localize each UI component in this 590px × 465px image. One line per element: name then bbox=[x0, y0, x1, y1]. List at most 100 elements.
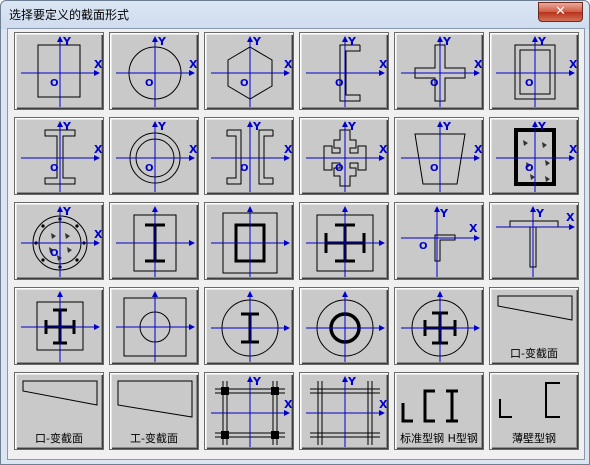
i-beam-icon: Y X O bbox=[21, 120, 103, 192]
cross-icon: Y X O bbox=[401, 35, 483, 107]
section-i-in-circle-button[interactable] bbox=[204, 287, 294, 365]
svg-text:X: X bbox=[474, 58, 483, 71]
svg-text:O: O bbox=[240, 78, 249, 89]
section-solid-circle-button[interactable]: Y X O bbox=[109, 32, 199, 110]
svg-text:X: X bbox=[469, 222, 478, 235]
window-title: 选择要定义的截面形式 bbox=[9, 8, 130, 22]
svg-text:O: O bbox=[240, 163, 249, 174]
section-lattice-b-button[interactable]: YX bbox=[299, 372, 389, 450]
circle-in-box-icon bbox=[116, 291, 195, 362]
section-reinforced-circle-button[interactable]: Y X O bbox=[14, 202, 104, 280]
svg-text:Y: Y bbox=[347, 35, 357, 48]
section-steel-i-in-box-button[interactable] bbox=[109, 202, 199, 280]
section-hollow-circle-button[interactable]: Y X O bbox=[109, 117, 199, 195]
svg-text:O: O bbox=[419, 241, 428, 252]
svg-text:O: O bbox=[335, 163, 344, 174]
section-steel-box-in-box-button[interactable] bbox=[204, 202, 294, 280]
section-cross-button[interactable]: Y X O bbox=[394, 32, 484, 110]
steel-cross-small-icon bbox=[21, 291, 100, 362]
steel-cross-in-box-icon bbox=[306, 206, 385, 277]
svg-text:X: X bbox=[569, 58, 578, 71]
section-multi-cross-button[interactable]: Y X O bbox=[299, 117, 389, 195]
svg-text:O: O bbox=[50, 78, 59, 89]
section-label: 口-变截面 bbox=[35, 432, 83, 445]
svg-text:Y: Y bbox=[537, 35, 547, 48]
cross-in-circle-icon bbox=[401, 291, 480, 362]
svg-text:X: X bbox=[189, 143, 198, 156]
svg-text:Y: Y bbox=[535, 207, 545, 220]
dialog-window: 选择要定义的截面形式 ✕ YXOYXOYXOYXOYXOYXOYXOYXOYXO… bbox=[0, 0, 590, 465]
section-hollow-rect-button[interactable]: Y X O bbox=[489, 32, 579, 110]
svg-text:O: O bbox=[145, 78, 154, 89]
svg-text:O: O bbox=[145, 163, 154, 174]
i-in-circle-icon bbox=[211, 291, 290, 362]
svg-text:Y: Y bbox=[62, 35, 72, 48]
title-bar: 选择要定义的截面形式 ✕ bbox=[1, 1, 589, 28]
section-cross-in-circle-button[interactable] bbox=[394, 287, 484, 365]
svg-text:Y: Y bbox=[252, 375, 262, 388]
svg-text:X: X bbox=[379, 143, 388, 156]
section-label: 标准型钢 H型钢 bbox=[400, 432, 478, 445]
tee-icon: YX bbox=[496, 206, 575, 277]
hollow-rect-icon: Y X O bbox=[496, 35, 578, 107]
section-lattice-a-button[interactable]: YX bbox=[204, 372, 294, 450]
section-tapered-box-button[interactable]: 口-变截面 bbox=[489, 287, 579, 365]
svg-text:X: X bbox=[284, 143, 293, 156]
section-trapezoid-button[interactable]: Y X O bbox=[394, 117, 484, 195]
svg-text:Y: Y bbox=[252, 120, 262, 133]
section-angle-button[interactable]: Y X O bbox=[394, 202, 484, 280]
svg-text:X: X bbox=[566, 211, 575, 224]
svg-text:Y: Y bbox=[347, 375, 357, 388]
svg-text:X: X bbox=[284, 58, 293, 71]
close-button[interactable]: ✕ bbox=[538, 2, 583, 22]
svg-text:O: O bbox=[525, 78, 534, 89]
section-channel-button[interactable]: Y X O bbox=[299, 32, 389, 110]
svg-text:X: X bbox=[94, 143, 103, 156]
svg-text:Y: Y bbox=[347, 120, 357, 133]
section-steel-cross-small-button[interactable] bbox=[14, 287, 104, 365]
section-tapered-box-button[interactable]: 口-变截面 bbox=[14, 372, 104, 450]
ring-in-circle-icon bbox=[306, 291, 385, 362]
section-tee-button[interactable]: YX bbox=[489, 202, 579, 280]
section-label: 口-变截面 bbox=[510, 347, 558, 360]
svg-text:Y: Y bbox=[442, 120, 452, 133]
section-solid-rect-button[interactable]: Y X O bbox=[14, 32, 104, 110]
section-ring-in-circle-button[interactable] bbox=[299, 287, 389, 365]
section-std-steel-button[interactable]: 标准型钢 H型钢 bbox=[394, 372, 484, 450]
trapezoid-icon: Y X O bbox=[401, 120, 483, 192]
svg-text:X: X bbox=[474, 143, 483, 156]
lattice-b-icon: YX bbox=[306, 375, 388, 447]
lattice-a-icon: YX bbox=[211, 375, 293, 447]
svg-text:Y: Y bbox=[62, 120, 72, 133]
section-double-channel-button[interactable]: Y X O bbox=[204, 117, 294, 195]
svg-text:O: O bbox=[430, 78, 439, 89]
svg-text:Y: Y bbox=[157, 35, 167, 48]
steel-i-in-box-icon bbox=[116, 206, 195, 277]
svg-text:X: X bbox=[379, 398, 388, 411]
reinforced-rect-icon: Y X O bbox=[496, 120, 578, 192]
svg-text:X: X bbox=[189, 58, 198, 71]
svg-text:Y: Y bbox=[62, 205, 72, 218]
reinforced-circle-icon: Y X O bbox=[21, 205, 103, 277]
section-reinforced-rect-button[interactable]: Y X O bbox=[489, 117, 579, 195]
section-label: 薄壁型钢 bbox=[512, 432, 556, 445]
svg-text:Y: Y bbox=[252, 35, 262, 48]
section-circle-in-box-button[interactable] bbox=[109, 287, 199, 365]
section-grid: YXOYXOYXOYXOYXOYXOYXOYXOYXOYXOYXOYXOYXOY… bbox=[7, 28, 585, 460]
section-thin-steel-button[interactable]: 薄壁型钢 bbox=[489, 372, 579, 450]
svg-text:O: O bbox=[335, 78, 344, 89]
double-channel-icon: Y X O bbox=[211, 120, 293, 192]
section-i-beam-button[interactable]: Y X O bbox=[14, 117, 104, 195]
svg-text:X: X bbox=[379, 58, 388, 71]
section-hexagon-button[interactable]: Y X O bbox=[204, 32, 294, 110]
svg-text:O: O bbox=[525, 163, 534, 174]
svg-text:O: O bbox=[50, 163, 59, 174]
svg-text:X: X bbox=[94, 228, 103, 241]
channel-icon: Y X O bbox=[306, 35, 388, 107]
svg-text:Y: Y bbox=[439, 207, 449, 220]
section-tapered-i-button[interactable]: 工-变截面 bbox=[109, 372, 199, 450]
section-steel-cross-in-box-button[interactable] bbox=[299, 202, 389, 280]
multi-cross-icon: Y X O bbox=[306, 120, 388, 192]
solid-rect-icon: Y X O bbox=[21, 35, 103, 107]
svg-text:X: X bbox=[94, 58, 103, 71]
